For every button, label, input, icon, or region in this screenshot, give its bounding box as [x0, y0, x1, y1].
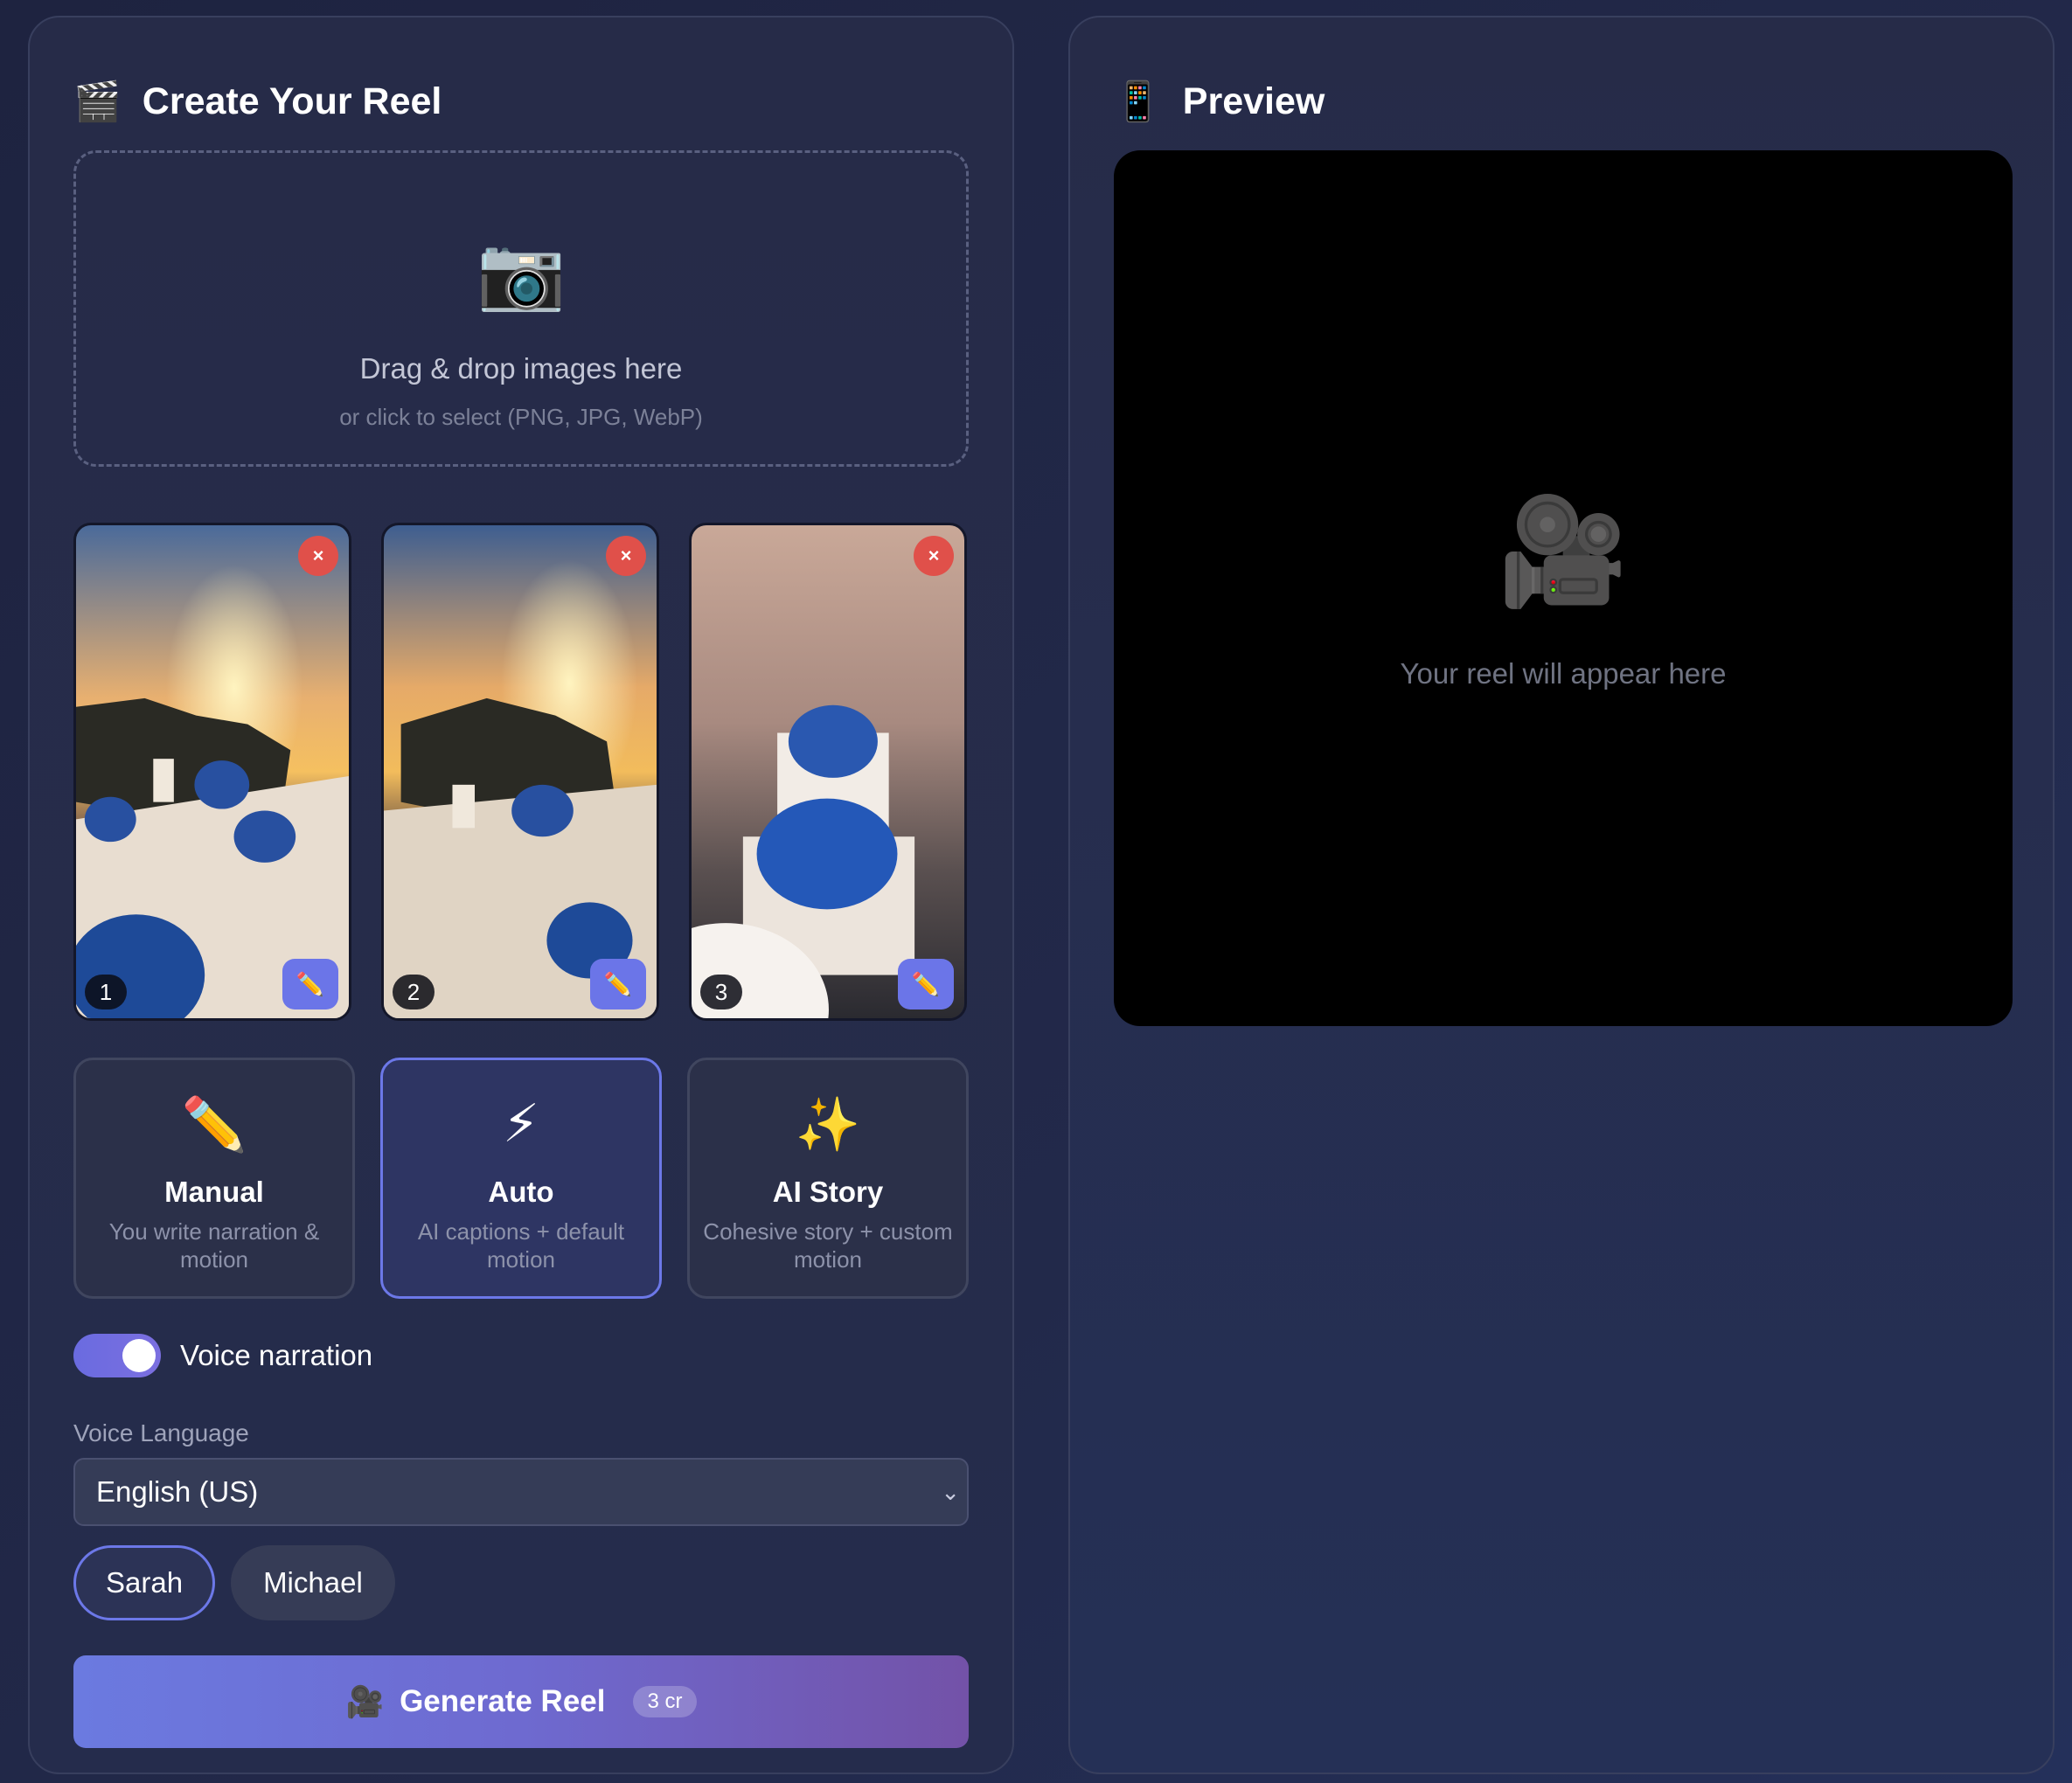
- clapper-board-icon: 🎬: [73, 80, 122, 123]
- voice-language-label: Voice Language: [73, 1419, 249, 1447]
- voice-narration-toggle[interactable]: [73, 1334, 161, 1377]
- voice-option-sarah[interactable]: Sarah: [73, 1545, 216, 1620]
- generate-reel-label: Generate Reel: [400, 1684, 606, 1718]
- toggle-knob: [122, 1339, 156, 1372]
- dropzone-subtitle: or click to select (PNG, JPG, WebP): [339, 404, 703, 430]
- lightning-icon: ⚡: [502, 1094, 540, 1153]
- create-reel-header: 🎬 Create Your Reel: [73, 79, 442, 124]
- edit-image-button[interactable]: ✏️: [898, 959, 954, 1009]
- sparkles-icon: ✨: [795, 1095, 861, 1154]
- mode-title: Auto: [488, 1176, 554, 1208]
- mode-description: Cohesive story + custom motion: [703, 1218, 953, 1273]
- create-reel-title: Create Your Reel: [142, 80, 442, 122]
- pencil-icon: ✏️: [181, 1095, 247, 1154]
- voice-language-select[interactable]: English (US) ⌄: [73, 1458, 969, 1526]
- image-thumbnails: × 1 ✏️ × 2 ✏️ × 3 ✏️: [73, 523, 969, 1021]
- mode-card-ai-story[interactable]: ✨ AI Story Cohesive story + custom motio…: [687, 1058, 969, 1299]
- create-reel-panel: 🎬 Create Your Reel 📷 Drag & drop images …: [28, 16, 1014, 1774]
- remove-image-button[interactable]: ×: [914, 536, 954, 576]
- dropzone-title: Drag & drop images here: [359, 352, 683, 385]
- mode-title: AI Story: [772, 1176, 884, 1208]
- image-order-badge: 2: [393, 975, 435, 1009]
- voice-option-michael[interactable]: Michael: [231, 1545, 395, 1620]
- movie-camera-icon: 🎥: [345, 1684, 385, 1719]
- edit-image-button[interactable]: ✏️: [590, 959, 646, 1009]
- image-thumbnail[interactable]: × 3 ✏️: [689, 523, 967, 1021]
- chevron-down-icon: ⌄: [941, 1479, 960, 1505]
- mode-selector: ✏️ Manual You write narration & motion ⚡…: [73, 1058, 969, 1299]
- voice-narration-label: Voice narration: [180, 1339, 373, 1371]
- mode-description: AI captions + default motion: [417, 1218, 625, 1273]
- preview-screen: 🎥 Your reel will appear here: [1114, 150, 2013, 1026]
- edit-image-button[interactable]: ✏️: [282, 959, 338, 1009]
- voice-options: Sarah Michael: [73, 1545, 395, 1620]
- santorini-sunset-image: [76, 525, 349, 1018]
- santorini-sunset-image: [384, 525, 657, 1018]
- voice-language-value: English (US): [96, 1475, 259, 1508]
- voice-narration-row: Voice narration: [73, 1334, 372, 1377]
- preview-placeholder-text: Your reel will appear here: [1400, 657, 1727, 690]
- pencil-icon: ✏️: [603, 970, 633, 997]
- image-thumbnail[interactable]: × 2 ✏️: [381, 523, 659, 1021]
- image-order-badge: 1: [85, 975, 127, 1009]
- pencil-icon: ✏️: [296, 970, 325, 997]
- preview-panel: 📱 Preview 🎥 Your reel will appear here: [1068, 16, 2055, 1774]
- image-order-badge: 3: [700, 975, 742, 1009]
- image-thumbnail[interactable]: × 1 ✏️: [73, 523, 351, 1021]
- remove-image-button[interactable]: ×: [298, 536, 338, 576]
- santorini-church-image: [692, 525, 964, 1018]
- preview-title: Preview: [1182, 80, 1325, 122]
- generate-reel-button[interactable]: 🎥 Generate Reel 3 cr: [73, 1655, 969, 1748]
- mode-card-auto[interactable]: ⚡ Auto AI captions + default motion: [380, 1058, 662, 1299]
- preview-header: 📱 Preview: [1114, 79, 1325, 124]
- credit-cost-badge: 3 cr: [633, 1686, 697, 1717]
- image-dropzone[interactable]: 📷 Drag & drop images here or click to se…: [73, 150, 969, 467]
- mode-description: You write narration & motion: [108, 1218, 320, 1273]
- film-camera-icon: 🎥: [1498, 493, 1629, 610]
- phone-icon: 📱: [1114, 80, 1162, 123]
- pencil-icon: ✏️: [911, 970, 941, 997]
- mode-title: Manual: [164, 1176, 264, 1208]
- mode-card-manual[interactable]: ✏️ Manual You write narration & motion: [73, 1058, 355, 1299]
- remove-image-button[interactable]: ×: [606, 536, 646, 576]
- camera-icon: 📷: [476, 233, 567, 313]
